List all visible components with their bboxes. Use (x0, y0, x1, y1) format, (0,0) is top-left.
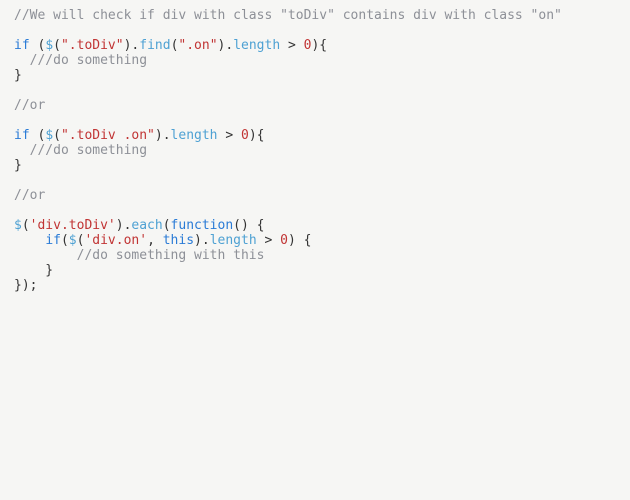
code-token: //do something with this (77, 248, 265, 263)
code-token: ). (124, 38, 140, 53)
code-token: () { (233, 218, 264, 233)
code-token: $ (45, 38, 53, 53)
code-token: } (14, 263, 53, 278)
code-token: ".on" (178, 38, 217, 53)
code-token: //or (14, 98, 45, 113)
code-token: each (131, 218, 162, 233)
code-token: > (257, 233, 280, 248)
code-token: ). (194, 233, 210, 248)
code-token: } (14, 158, 22, 173)
code-token: length (210, 233, 257, 248)
code-token: 0 (280, 233, 288, 248)
code-token: ( (163, 218, 171, 233)
code-token: ( (30, 38, 46, 53)
code-token: if (14, 128, 30, 143)
code-token: ( (61, 233, 69, 248)
code-token: $ (69, 233, 77, 248)
code-token: if (14, 38, 30, 53)
code-token: 'div.on' (84, 233, 147, 248)
code-token: ). (155, 128, 171, 143)
code-token: ///do something (30, 53, 147, 68)
code-token: length (171, 128, 218, 143)
code-token: ). (218, 38, 234, 53)
code-token: ){ (311, 38, 327, 53)
code-token: ( (22, 218, 30, 233)
code-token: function (171, 218, 234, 233)
code-snippet: //We will check if div with class "toDiv… (0, 0, 630, 301)
code-token: ) { (288, 233, 311, 248)
code-token: this (163, 233, 194, 248)
code-token: ( (53, 38, 61, 53)
code-token: ). (116, 218, 132, 233)
code-token: ///do something (30, 143, 147, 158)
code-token: } (14, 68, 22, 83)
code-token: $ (45, 128, 53, 143)
code-token: ( (30, 128, 46, 143)
code-token: > (218, 128, 241, 143)
code-token: > (280, 38, 303, 53)
code-token: //or (14, 188, 45, 203)
code-token: 'div.toDiv' (30, 218, 116, 233)
code-token: ( (53, 128, 61, 143)
code-token: }); (14, 278, 37, 293)
code-token: ".toDiv" (61, 38, 124, 53)
code-token: length (233, 38, 280, 53)
code-token: , (147, 233, 163, 248)
code-token: //We will check if div with class "toDiv… (14, 8, 562, 23)
code-token: $ (14, 218, 22, 233)
code-token: ".toDiv .on" (61, 128, 155, 143)
code-token: 0 (241, 128, 249, 143)
code-token: find (139, 38, 170, 53)
code-token: if (45, 233, 61, 248)
code-token: ){ (249, 128, 265, 143)
